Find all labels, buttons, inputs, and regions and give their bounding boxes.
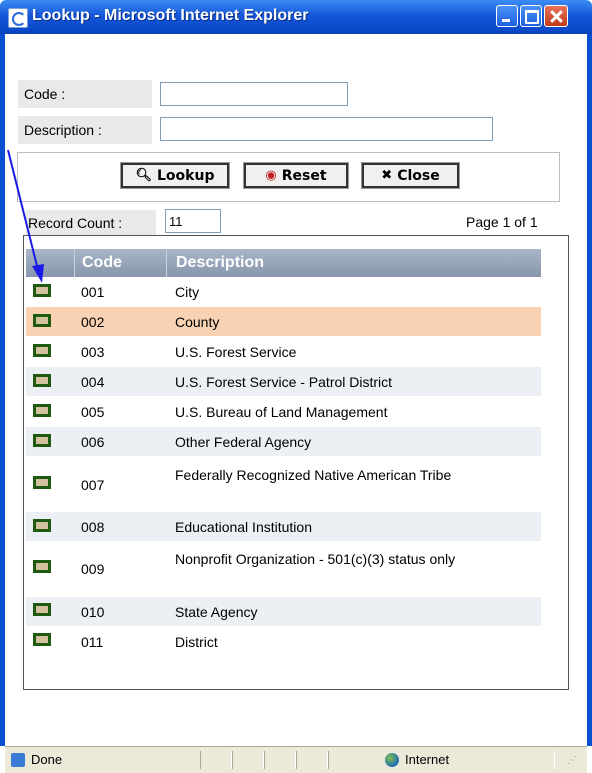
select-cell <box>26 307 71 336</box>
row-description: U.S. Bureau of Land Management <box>175 404 388 420</box>
table-row[interactable]: 004 U.S. Forest Service - Patrol Distric… <box>26 367 541 396</box>
code-column-header[interactable]: Code <box>74 249 166 277</box>
globe-icon <box>385 753 399 767</box>
table-row[interactable]: 005 U.S. Bureau of Land Management <box>26 397 541 426</box>
zone-text: Internet <box>405 752 450 767</box>
table-row[interactable]: 001 City <box>26 277 541 306</box>
status-text: Done <box>31 752 63 767</box>
row-code: 001 <box>81 284 105 300</box>
select-box-icon[interactable] <box>33 374 51 387</box>
window-title: Lookup - Microsoft Internet Explorer <box>32 7 309 24</box>
window-titlebar[interactable]: Lookup - Microsoft Internet Explorer <box>0 0 592 34</box>
select-cell <box>26 397 71 426</box>
select-cell <box>26 542 71 596</box>
grid-header: Code Description <box>26 249 541 277</box>
select-box-icon[interactable] <box>33 560 51 573</box>
button-bar: 🔍︎ Lookup ◉ Reset ✖ Close <box>17 152 560 202</box>
row-code: 003 <box>81 344 105 360</box>
magnifier-icon: 🔍︎ <box>135 168 153 183</box>
record-count-label: Record Count : <box>26 210 156 236</box>
select-cell <box>26 512 71 541</box>
select-box-icon[interactable] <box>33 603 51 616</box>
select-column-header <box>26 249 71 277</box>
table-row[interactable]: 007 Federally Recognized Native American… <box>26 457 541 511</box>
select-cell <box>26 337 71 366</box>
reset-circle-icon: ◉ <box>265 168 277 183</box>
reset-button-label: Reset <box>281 167 327 184</box>
reset-button[interactable]: ◉ Reset <box>243 162 349 189</box>
page-info: Page 1 of 1 <box>466 214 538 230</box>
row-code: 007 <box>81 477 105 493</box>
status-bar: Done Internet ⋰ <box>5 746 587 773</box>
table-row[interactable]: 003 U.S. Forest Service <box>26 337 541 366</box>
x-icon: ✖ <box>381 168 393 183</box>
lookup-button-label: Lookup <box>157 167 215 184</box>
row-description: County <box>175 314 220 330</box>
select-box-icon[interactable] <box>33 284 51 297</box>
status-segment <box>200 751 232 769</box>
results-grid: Code Description 001 City 002 County 003… <box>23 235 569 690</box>
code-input[interactable] <box>160 82 348 106</box>
select-box-icon[interactable] <box>33 314 51 327</box>
row-code: 005 <box>81 404 105 420</box>
select-cell <box>26 367 71 396</box>
select-cell <box>26 597 71 626</box>
select-box-icon[interactable] <box>33 476 51 489</box>
row-description: Educational Institution <box>175 519 312 535</box>
close-button-label: Close <box>397 167 440 184</box>
ie-page-icon <box>8 8 28 28</box>
row-code: 008 <box>81 519 105 535</box>
window-frame-right <box>587 34 592 746</box>
table-row[interactable]: 006 Other Federal Agency <box>26 427 541 456</box>
select-cell <box>26 627 71 656</box>
select-box-icon[interactable] <box>33 434 51 447</box>
description-column-header[interactable]: Description <box>166 249 541 277</box>
table-row[interactable]: 002 County <box>26 307 541 336</box>
row-code: 011 <box>81 634 104 650</box>
table-row[interactable]: 011 District <box>26 627 541 656</box>
close-button[interactable]: ✖ Close <box>361 162 460 189</box>
status-segment <box>296 751 328 769</box>
window-close-button[interactable] <box>544 5 568 27</box>
row-description: District <box>175 634 218 650</box>
row-code: 010 <box>81 604 105 620</box>
record-count-field[interactable] <box>165 209 221 233</box>
resize-grip-icon[interactable]: ⋰ <box>567 755 577 766</box>
select-box-icon[interactable] <box>33 633 51 646</box>
status-segment <box>264 751 296 769</box>
row-description: U.S. Forest Service - Patrol District <box>175 374 393 390</box>
description-input[interactable] <box>160 117 493 141</box>
select-box-icon[interactable] <box>33 404 51 417</box>
window-frame-left <box>0 34 5 746</box>
table-row[interactable]: 008 Educational Institution <box>26 512 541 541</box>
table-row[interactable]: 009 Nonprofit Organization - 501(c)(3) s… <box>26 542 541 596</box>
row-description: U.S. Forest Service <box>175 344 297 360</box>
maximize-button[interactable] <box>520 5 542 27</box>
status-segment <box>232 751 264 769</box>
select-cell <box>26 457 71 511</box>
code-label: Code : <box>18 80 152 108</box>
row-description: Other Federal Agency <box>175 434 312 450</box>
table-row[interactable]: 010 State Agency <box>26 597 541 626</box>
row-code: 006 <box>81 434 105 450</box>
row-description: State Agency <box>175 604 258 620</box>
row-description: Federally Recognized Native American Tri… <box>175 467 452 483</box>
select-box-icon[interactable] <box>33 344 51 357</box>
row-code: 002 <box>81 314 105 330</box>
select-cell <box>26 427 71 456</box>
lookup-button[interactable]: 🔍︎ Lookup <box>120 162 230 189</box>
page-done-icon <box>11 753 25 767</box>
description-label: Description : <box>18 116 152 144</box>
select-cell <box>26 277 71 306</box>
row-description: City <box>175 284 200 300</box>
row-code: 009 <box>81 561 105 577</box>
row-code: 004 <box>81 374 105 390</box>
minimize-button[interactable] <box>496 5 518 27</box>
select-box-icon[interactable] <box>33 519 51 532</box>
row-description: Nonprofit Organization - 501(c)(3) statu… <box>175 551 456 567</box>
search-form: Code : Description : <box>18 76 561 148</box>
